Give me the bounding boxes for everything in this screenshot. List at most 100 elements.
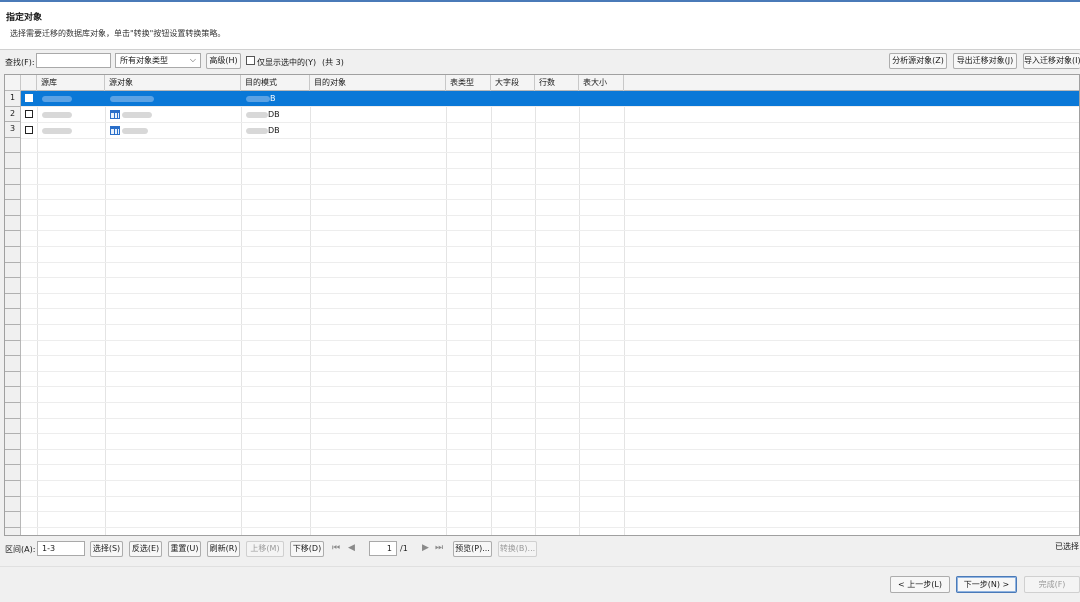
row-header[interactable] [5, 231, 21, 247]
range-label: 区间(A): [5, 545, 36, 554]
target-schema-cell: B [243, 91, 276, 106]
source-object-cell [107, 123, 148, 138]
row-header[interactable] [5, 169, 21, 185]
empty-row [21, 309, 1079, 325]
row-header[interactable] [5, 465, 21, 481]
source-object-cell [107, 91, 154, 106]
row-header[interactable] [5, 356, 21, 372]
row-header[interactable] [5, 184, 21, 201]
column-header-table-type[interactable]: 表类型 [446, 75, 491, 91]
table-row[interactable]: B [21, 91, 1079, 107]
empty-row [21, 403, 1079, 419]
find-label: 查找(F): [5, 58, 35, 67]
check-column-header [21, 75, 37, 91]
empty-row [21, 216, 1079, 232]
row-header[interactable] [5, 153, 21, 169]
row-header[interactable] [5, 340, 21, 357]
empty-row [21, 200, 1079, 216]
empty-row [21, 528, 1079, 535]
analyze-source-button[interactable]: 分析源对象(Z) [889, 53, 947, 69]
object-type-select[interactable]: 所有对象类型 ⌵ [115, 53, 201, 68]
row-header[interactable] [5, 387, 21, 403]
column-header-row-count[interactable]: 行数 [535, 75, 579, 91]
column-header-source-object[interactable]: 源对象 [105, 75, 241, 91]
empty-row [21, 481, 1079, 497]
column-header-source-db[interactable]: 源库 [37, 75, 105, 91]
move-up-button[interactable]: 上移(M) [246, 541, 284, 557]
target-schema-cell: DB [243, 123, 280, 138]
row-header[interactable] [5, 137, 21, 154]
row-header[interactable]: 1 [5, 91, 21, 107]
empty-row [21, 169, 1079, 185]
empty-row [21, 153, 1079, 169]
row-header[interactable] [5, 371, 21, 388]
row-header[interactable]: 2 [5, 106, 21, 123]
import-objects-button[interactable]: 导入迁移对象(I) [1023, 53, 1080, 69]
row-header[interactable]: 3 [5, 122, 21, 138]
next-step-button[interactable]: 下一步(N) > [956, 576, 1017, 593]
row-header[interactable] [5, 200, 21, 216]
column-header-target-schema[interactable]: 目的模式 [241, 75, 310, 91]
row-header[interactable] [5, 325, 21, 341]
page-input[interactable]: 1 [369, 541, 397, 556]
empty-row [21, 231, 1079, 247]
table-row[interactable]: DB [21, 123, 1079, 139]
row-header[interactable] [5, 278, 21, 294]
source-db-cell [39, 107, 72, 122]
only-selected-checkbox[interactable] [246, 56, 255, 65]
invert-selection-button[interactable]: 反选(E) [129, 541, 162, 557]
range-input[interactable]: 1-3 [37, 541, 85, 556]
row-header[interactable] [5, 481, 21, 497]
empty-row [21, 372, 1079, 388]
empty-row [21, 512, 1079, 528]
column-header-table-size[interactable]: 表大小 [579, 75, 624, 91]
convert-button[interactable]: 转换(B)... [498, 541, 537, 557]
row-header[interactable] [5, 496, 21, 513]
export-objects-button[interactable]: 导出迁移对象(J) [953, 53, 1017, 69]
row-checkbox[interactable] [25, 126, 33, 134]
next-page-icon[interactable]: ▶ [422, 543, 429, 553]
filter-toolbar: 查找(F): 所有对象类型 ⌵ 高级(H) 仅显示选中的(Y) (共 3) 分析… [0, 52, 1080, 72]
row-header[interactable] [5, 262, 21, 279]
row-header[interactable] [5, 293, 21, 310]
row-header[interactable] [5, 215, 21, 232]
last-page-icon[interactable]: ⏭ [435, 543, 443, 553]
row-checkbox[interactable] [25, 94, 33, 102]
row-header[interactable] [5, 449, 21, 466]
row-header[interactable] [5, 247, 21, 263]
only-selected-label: 仅显示选中的(Y) [257, 58, 317, 67]
chevron-down-icon: ⌵ [189, 55, 196, 64]
page-title: 指定对象 [6, 13, 43, 23]
table-row[interactable]: DB [21, 107, 1079, 123]
page-description: 选择需要迁移的数据库对象，单击"转换"按钮设置转换策略。 [10, 29, 226, 38]
select-button[interactable]: 选择(S) [90, 541, 123, 557]
column-header-lob[interactable]: 大字段 [491, 75, 535, 91]
finish-button[interactable]: 完成(F) [1024, 576, 1080, 593]
grid-header: 源库 源对象 目的模式 目的对象 表类型 大字段 行数 表大小 [5, 75, 1079, 91]
first-page-icon[interactable]: ⏮ [332, 543, 340, 553]
previous-step-button[interactable]: < 上一步(L) [890, 576, 950, 593]
preview-button[interactable]: 预览(P)... [453, 541, 492, 557]
reset-button[interactable]: 重置(U) [168, 541, 201, 557]
selected-status: 已选择 [1055, 542, 1079, 551]
refresh-button[interactable]: 刷新(R) [207, 541, 240, 557]
column-header-target-object[interactable]: 目的对象 [310, 75, 446, 91]
target-schema-cell: DB [243, 107, 280, 122]
row-header[interactable] [5, 418, 21, 435]
empty-row [21, 387, 1079, 403]
row-header[interactable] [5, 434, 21, 450]
source-object-cell [107, 107, 152, 122]
empty-row [21, 341, 1079, 357]
move-down-button[interactable]: 下移(D) [290, 541, 324, 557]
row-header[interactable] [5, 527, 21, 535]
find-input[interactable] [36, 53, 111, 68]
row-header[interactable] [5, 512, 21, 528]
advanced-button[interactable]: 高级(H) [206, 53, 241, 69]
previous-page-icon[interactable]: ◀ [348, 543, 355, 553]
row-header[interactable] [5, 309, 21, 325]
table-icon [110, 110, 120, 119]
row-header[interactable] [5, 403, 21, 419]
row-checkbox[interactable] [25, 110, 33, 118]
empty-row [21, 450, 1079, 466]
empty-row [21, 185, 1079, 201]
